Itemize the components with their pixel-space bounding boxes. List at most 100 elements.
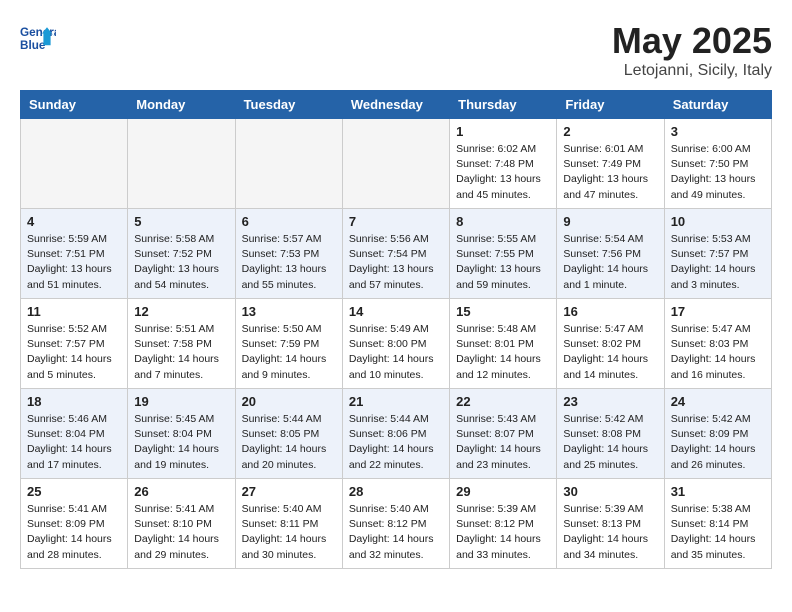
- day-info: Sunrise: 5:38 AMSunset: 8:14 PMDaylight:…: [671, 502, 765, 563]
- calendar-cell: [235, 119, 342, 209]
- day-info: Sunrise: 5:46 AMSunset: 8:04 PMDaylight:…: [27, 412, 121, 473]
- day-info: Sunrise: 5:56 AMSunset: 7:54 PMDaylight:…: [349, 232, 443, 293]
- day-header-saturday: Saturday: [664, 91, 771, 119]
- day-number: 25: [27, 484, 121, 499]
- calendar-cell: 12Sunrise: 5:51 AMSunset: 7:58 PMDayligh…: [128, 299, 235, 389]
- page-header: General Blue May 2025 Letojanni, Sicily,…: [20, 20, 772, 80]
- day-number: 7: [349, 214, 443, 229]
- calendar-cell: 20 Sunrise: 5:44 AMSunset: 8:05 PMDayligh…: [235, 389, 342, 479]
- calendar-cell: 24 Sunrise: 5:42 AMSunset: 8:09 PMDayligh…: [664, 389, 771, 479]
- calendar-header-row: SundayMondayTuesdayWednesdayThursdayFrid…: [21, 91, 772, 119]
- day-info: Sunrise: 5:42 AMSunset: 8:09 PMDaylight:…: [671, 412, 765, 473]
- day-info: Sunrise: 6:02 AMSunset: 7:48 PMDaylight:…: [456, 142, 550, 203]
- day-header-sunday: Sunday: [21, 91, 128, 119]
- day-info: Sunrise: 5:50 AMSunset: 7:59 PMDaylight:…: [242, 322, 336, 383]
- day-info: Sunrise: 5:49 AMSunset: 8:00 PMDaylight:…: [349, 322, 443, 383]
- day-info: Sunrise: 5:39 AMSunset: 8:12 PMDaylight:…: [456, 502, 550, 563]
- day-number: 21: [349, 394, 443, 409]
- day-number: 10: [671, 214, 765, 229]
- day-info: Sunrise: 5:42 AMSunset: 8:08 PMDaylight:…: [563, 412, 657, 473]
- calendar-cell: 30 Sunrise: 5:39 AMSunset: 8:13 PMDayligh…: [557, 479, 664, 569]
- week-row-5: 25Sunrise: 5:41 AMSunset: 8:09 PMDayligh…: [21, 479, 772, 569]
- day-number: 15: [456, 304, 550, 319]
- day-number: 27: [242, 484, 336, 499]
- day-header-thursday: Thursday: [450, 91, 557, 119]
- day-number: 23: [563, 394, 657, 409]
- day-info: Sunrise: 5:41 AMSunset: 8:10 PMDaylight:…: [134, 502, 228, 563]
- calendar-cell: 22 Sunrise: 5:43 AMSunset: 8:07 PMDayligh…: [450, 389, 557, 479]
- calendar-cell: 4Sunrise: 5:59 AMSunset: 7:51 PMDaylight…: [21, 209, 128, 299]
- day-info: Sunrise: 5:40 AMSunset: 8:12 PMDaylight:…: [349, 502, 443, 563]
- calendar-cell: 23 Sunrise: 5:42 AMSunset: 8:08 PMDayligh…: [557, 389, 664, 479]
- calendar-cell: 16 Sunrise: 5:47 AMSunset: 8:02 PMDayligh…: [557, 299, 664, 389]
- week-row-3: 11 Sunrise: 5:52 AMSunset: 7:57 PMDayligh…: [21, 299, 772, 389]
- day-number: 20: [242, 394, 336, 409]
- logo-icon: General Blue: [20, 20, 56, 56]
- logo: General Blue: [20, 20, 60, 56]
- calendar-cell: 8 Sunrise: 5:55 AMSunset: 7:55 PMDaylight…: [450, 209, 557, 299]
- day-number: 16: [563, 304, 657, 319]
- day-number: 17: [671, 304, 765, 319]
- day-info: Sunrise: 5:45 AMSunset: 8:04 PMDaylight:…: [134, 412, 228, 473]
- day-number: 14: [349, 304, 443, 319]
- calendar-cell: 5 Sunrise: 5:58 AMSunset: 7:52 PMDaylight…: [128, 209, 235, 299]
- day-info: Sunrise: 5:40 AMSunset: 8:11 PMDaylight:…: [242, 502, 336, 563]
- day-number: 30: [563, 484, 657, 499]
- calendar-cell: 3 Sunrise: 6:00 AMSunset: 7:50 PMDaylight…: [664, 119, 771, 209]
- day-header-monday: Monday: [128, 91, 235, 119]
- day-info: Sunrise: 6:00 AMSunset: 7:50 PMDaylight:…: [671, 142, 765, 203]
- calendar-cell: [21, 119, 128, 209]
- day-info: Sunrise: 5:47 AMSunset: 8:03 PMDaylight:…: [671, 322, 765, 383]
- title-block: May 2025 Letojanni, Sicily, Italy: [612, 20, 772, 80]
- calendar-cell: 13 Sunrise: 5:50 AMSunset: 7:59 PMDayligh…: [235, 299, 342, 389]
- day-number: 9: [563, 214, 657, 229]
- calendar-cell: 9 Sunrise: 5:54 AMSunset: 7:56 PMDaylight…: [557, 209, 664, 299]
- day-header-tuesday: Tuesday: [235, 91, 342, 119]
- day-info: Sunrise: 5:58 AMSunset: 7:52 PMDaylight:…: [134, 232, 228, 293]
- day-number: 28: [349, 484, 443, 499]
- day-info: Sunrise: 5:48 AMSunset: 8:01 PMDaylight:…: [456, 322, 550, 383]
- day-number: 3: [671, 124, 765, 139]
- svg-text:Blue: Blue: [20, 39, 46, 52]
- day-info: Sunrise: 5:43 AMSunset: 8:07 PMDaylight:…: [456, 412, 550, 473]
- calendar-cell: 31Sunrise: 5:38 AMSunset: 8:14 PMDayligh…: [664, 479, 771, 569]
- day-info: Sunrise: 5:44 AMSunset: 8:05 PMDaylight:…: [242, 412, 336, 473]
- calendar-cell: 10Sunrise: 5:53 AMSunset: 7:57 PMDayligh…: [664, 209, 771, 299]
- calendar-cell: 29 Sunrise: 5:39 AMSunset: 8:12 PMDayligh…: [450, 479, 557, 569]
- calendar-cell: 28 Sunrise: 5:40 AMSunset: 8:12 PMDayligh…: [342, 479, 449, 569]
- calendar-cell: 6Sunrise: 5:57 AMSunset: 7:53 PMDaylight…: [235, 209, 342, 299]
- day-number: 22: [456, 394, 550, 409]
- day-info: Sunrise: 5:55 AMSunset: 7:55 PMDaylight:…: [456, 232, 550, 293]
- week-row-2: 4Sunrise: 5:59 AMSunset: 7:51 PMDaylight…: [21, 209, 772, 299]
- calendar-cell: 19 Sunrise: 5:45 AMSunset: 8:04 PMDayligh…: [128, 389, 235, 479]
- day-number: 19: [134, 394, 228, 409]
- day-number: 18: [27, 394, 121, 409]
- day-info: Sunrise: 5:54 AMSunset: 7:56 PMDaylight:…: [563, 232, 657, 293]
- day-number: 2: [563, 124, 657, 139]
- month-title: May 2025: [612, 20, 772, 62]
- day-number: 4: [27, 214, 121, 229]
- calendar-cell: [128, 119, 235, 209]
- day-number: 29: [456, 484, 550, 499]
- day-number: 11: [27, 304, 121, 319]
- day-info: Sunrise: 5:39 AMSunset: 8:13 PMDaylight:…: [563, 502, 657, 563]
- calendar-cell: 14 Sunrise: 5:49 AMSunset: 8:00 PMDayligh…: [342, 299, 449, 389]
- day-number: 5: [134, 214, 228, 229]
- day-number: 13: [242, 304, 336, 319]
- day-info: Sunrise: 6:01 AMSunset: 7:49 PMDaylight:…: [563, 142, 657, 203]
- day-number: 8: [456, 214, 550, 229]
- day-info: Sunrise: 5:52 AMSunset: 7:57 PMDaylight:…: [27, 322, 121, 383]
- calendar-cell: [342, 119, 449, 209]
- day-number: 24: [671, 394, 765, 409]
- calendar-cell: 7 Sunrise: 5:56 AMSunset: 7:54 PMDaylight…: [342, 209, 449, 299]
- calendar-cell: 21Sunrise: 5:44 AMSunset: 8:06 PMDayligh…: [342, 389, 449, 479]
- day-info: Sunrise: 5:57 AMSunset: 7:53 PMDaylight:…: [242, 232, 336, 293]
- calendar-cell: 18 Sunrise: 5:46 AMSunset: 8:04 PMDayligh…: [21, 389, 128, 479]
- calendar-table: SundayMondayTuesdayWednesdayThursdayFrid…: [20, 90, 772, 569]
- calendar-cell: 27 Sunrise: 5:40 AMSunset: 8:11 PMDayligh…: [235, 479, 342, 569]
- calendar-cell: 2 Sunrise: 6:01 AMSunset: 7:49 PMDaylight…: [557, 119, 664, 209]
- day-info: Sunrise: 5:47 AMSunset: 8:02 PMDaylight:…: [563, 322, 657, 383]
- week-row-4: 18 Sunrise: 5:46 AMSunset: 8:04 PMDayligh…: [21, 389, 772, 479]
- day-header-wednesday: Wednesday: [342, 91, 449, 119]
- day-info: Sunrise: 5:51 AMSunset: 7:58 PMDaylight:…: [134, 322, 228, 383]
